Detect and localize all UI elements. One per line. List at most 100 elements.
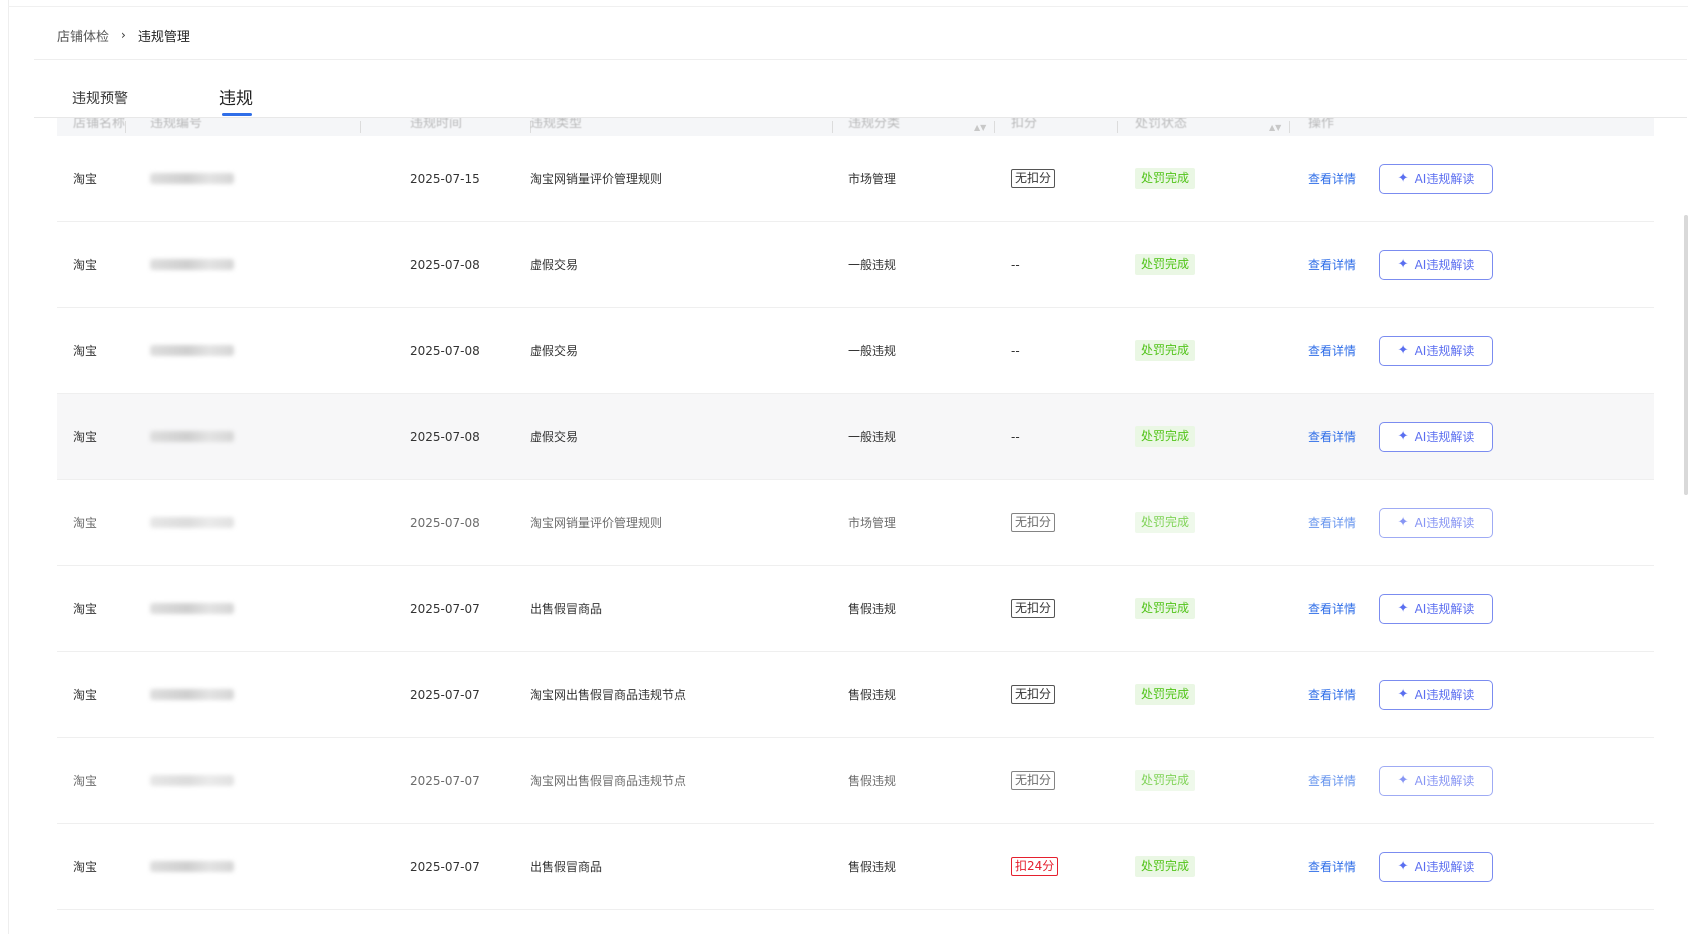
platform-cell: 淘宝 — [73, 774, 98, 788]
sort-icon[interactable]: ▲▼ — [1269, 123, 1281, 132]
detail-cell: 查看详情 — [1308, 222, 1356, 307]
ai-interpret-button[interactable]: ✦ AI违规解读 — [1379, 507, 1493, 538]
column-separator — [1289, 121, 1290, 133]
page-left-border — [8, 0, 9, 934]
ai-interpret-button[interactable]: ✦ AI违规解读 — [1379, 249, 1493, 280]
deduct-cell: 无扣分 — [1011, 136, 1056, 221]
deduct-text: -- — [1011, 257, 1020, 272]
violation-type-cell: 出售假冒商品 — [530, 602, 603, 616]
column-header-id: 违规编号 — [150, 118, 203, 131]
violation-id-cell — [150, 738, 234, 823]
violation-type-cell: 淘宝网出售假冒商品违规节点 — [530, 688, 687, 702]
violation-date-cell: 2025-07-07 — [410, 859, 480, 874]
violation-type-cell: 虚假交易 — [530, 430, 579, 444]
column-separator — [832, 121, 833, 133]
detail-cell: 查看详情 — [1308, 480, 1356, 565]
status-cell: 处罚完成 — [1135, 222, 1196, 307]
ai-interpret-button[interactable]: ✦ AI违规解读 — [1379, 679, 1493, 710]
ai-cell: ✦ AI违规解读 — [1379, 308, 1493, 393]
view-detail-link[interactable]: 查看详情 — [1308, 600, 1356, 617]
ai-cell: ✦ AI违规解读 — [1379, 480, 1493, 565]
sparkle-icon: ✦ — [1397, 257, 1409, 272]
deduct-tag: 无扣分 — [1011, 599, 1056, 618]
view-detail-link[interactable]: 查看详情 — [1308, 858, 1356, 875]
ai-button-label: AI违规解读 — [1414, 774, 1475, 788]
ai-button-label: AI违规解读 — [1414, 344, 1475, 358]
detail-cell: 查看详情 — [1308, 136, 1356, 221]
violation-id-cell — [150, 566, 234, 651]
column-separator — [994, 121, 995, 133]
breadcrumb-parent-link[interactable]: 店铺体检 — [57, 26, 109, 45]
table-row: 淘宝 2025-07-07 出售假冒商品 售假违规 扣24分 处罚完成 查看详情… — [57, 824, 1654, 910]
platform-cell: 淘宝 — [73, 344, 98, 358]
view-detail-link[interactable]: 查看详情 — [1308, 514, 1356, 531]
detail-cell: 查看详情 — [1308, 738, 1356, 823]
status-cell: 处罚完成 — [1135, 566, 1196, 651]
violation-id-cell — [150, 222, 234, 307]
ai-button-label: AI违规解读 — [1414, 688, 1475, 702]
ai-interpret-button[interactable]: ✦ AI违规解读 — [1379, 335, 1493, 366]
column-header-time: 违规时间 — [410, 118, 463, 131]
violation-id-cell — [150, 136, 234, 221]
masked-violation-id — [150, 861, 234, 872]
deduct-cell: 无扣分 — [1011, 566, 1056, 651]
ai-interpret-button[interactable]: ✦ AI违规解读 — [1379, 163, 1493, 194]
deduct-tag: 无扣分 — [1011, 685, 1056, 704]
table-row: 淘宝 2025-07-08 虚假交易 一般违规 -- 处罚完成 查看详情 ✦ A… — [57, 222, 1654, 308]
ai-button-label: AI违规解读 — [1414, 172, 1475, 186]
violation-date-cell: 2025-07-07 — [410, 687, 480, 702]
breadcrumb: 店铺体检 › 违规管理 — [57, 24, 190, 46]
status-badge: 处罚完成 — [1135, 684, 1196, 705]
ai-interpret-button[interactable]: ✦ AI违规解读 — [1379, 593, 1493, 624]
breadcrumb-current: 违规管理 — [137, 29, 190, 45]
status-badge: 处罚完成 — [1135, 168, 1196, 189]
violation-id-cell — [150, 308, 234, 393]
sparkle-icon: ✦ — [1397, 429, 1409, 444]
view-detail-link[interactable]: 查看详情 — [1308, 256, 1356, 273]
deduct-cell: 无扣分 — [1011, 480, 1056, 565]
ai-interpret-button[interactable]: ✦ AI违规解读 — [1379, 851, 1493, 882]
platform-cell: 淘宝 — [73, 688, 98, 702]
view-detail-link[interactable]: 查看详情 — [1308, 170, 1356, 187]
table-row: 淘宝 2025-07-07 淘宝网出售假冒商品违规节点 售假违规 无扣分 处罚完… — [57, 652, 1654, 738]
status-badge: 处罚完成 — [1135, 340, 1196, 361]
ai-interpret-button[interactable]: ✦ AI违规解读 — [1379, 765, 1493, 796]
detail-cell: 查看详情 — [1308, 394, 1356, 479]
status-badge: 处罚完成 — [1135, 856, 1196, 877]
view-detail-link[interactable]: 查看详情 — [1308, 342, 1356, 359]
sparkle-icon: ✦ — [1397, 515, 1409, 530]
violation-category-cell: 市场管理 — [848, 172, 897, 186]
ai-button-label: AI违规解读 — [1414, 860, 1475, 874]
ai-interpret-button[interactable]: ✦ AI违规解读 — [1379, 421, 1493, 452]
view-detail-link[interactable]: 查看详情 — [1308, 428, 1356, 445]
deduct-tag: 扣24分 — [1011, 857, 1059, 876]
ai-cell: ✦ AI违规解读 — [1379, 824, 1493, 909]
ai-button-label: AI违规解读 — [1414, 516, 1475, 530]
violation-type-cell: 淘宝网出售假冒商品违规节点 — [530, 774, 687, 788]
header-divider — [34, 59, 1687, 60]
status-cell: 处罚完成 — [1135, 480, 1196, 565]
violation-date-cell: 2025-07-08 — [410, 343, 480, 358]
scrollbar-thumb[interactable] — [1684, 215, 1688, 495]
platform-cell: 淘宝 — [73, 430, 98, 444]
table-header: 店铺名称 违规编号 违规时间 违规类型 违规分类 ▲▼ 扣分 处罚状态 ▲▼ 操… — [57, 118, 1654, 136]
sort-icon[interactable]: ▲▼ — [974, 123, 986, 132]
page-top-border — [8, 6, 1688, 7]
detail-cell: 查看详情 — [1308, 652, 1356, 737]
view-detail-link[interactable]: 查看详情 — [1308, 772, 1356, 789]
platform-cell: 淘宝 — [73, 172, 98, 186]
violation-id-cell — [150, 480, 234, 565]
status-cell: 处罚完成 — [1135, 738, 1196, 823]
deduct-cell: 无扣分 — [1011, 738, 1056, 823]
violation-category-cell: 一般违规 — [848, 258, 897, 272]
violation-date-cell: 2025-07-08 — [410, 257, 480, 272]
violation-category-cell: 一般违规 — [848, 344, 897, 358]
ai-cell: ✦ AI违规解读 — [1379, 652, 1493, 737]
sparkle-icon: ✦ — [1397, 343, 1409, 358]
sparkle-icon: ✦ — [1397, 601, 1409, 616]
chevron-right-icon: › — [121, 28, 126, 42]
view-detail-link[interactable]: 查看详情 — [1308, 686, 1356, 703]
table-row: 淘宝 2025-07-08 虚假交易 一般违规 -- 处罚完成 查看详情 ✦ A… — [57, 308, 1654, 394]
status-badge: 处罚完成 — [1135, 254, 1196, 275]
deduct-cell: -- — [1011, 394, 1020, 479]
